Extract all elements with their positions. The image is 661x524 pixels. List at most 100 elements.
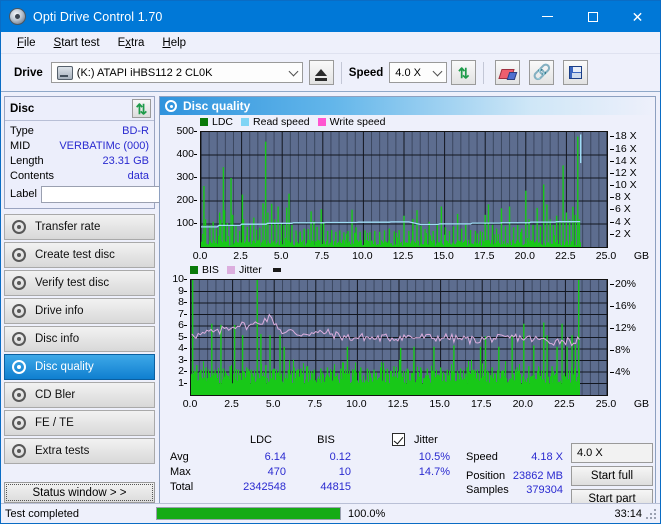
bis-ytick-right: 16% bbox=[615, 300, 637, 313]
ldc-ytick-left: 200 bbox=[176, 194, 194, 206]
start-full-button[interactable]: Start full bbox=[571, 466, 653, 486]
disc-panel-header: Disc ⇅ bbox=[5, 97, 154, 121]
ldc-xtick: 0.0 bbox=[192, 250, 208, 262]
bis-xtick: 17.5 bbox=[470, 398, 492, 410]
bis-y-axis-left: 10 9 8 7 6 5 4 3 2 1 bbox=[160, 274, 187, 396]
menu-item-help[interactable]: Help bbox=[153, 35, 195, 51]
speed-select[interactable]: 4.0 X bbox=[389, 62, 448, 83]
sidebar-item-verify-test-disc[interactable]: Verify test disc bbox=[4, 270, 155, 296]
tick-mark bbox=[610, 197, 614, 199]
bis-chart-legend: BIS Jitter bbox=[160, 263, 655, 276]
sidebar-item-create-test-disc[interactable]: Create test disc bbox=[4, 242, 155, 268]
disc-value-length: 23.31 GB bbox=[102, 154, 149, 167]
legend-label-write-speed: Write speed bbox=[329, 116, 386, 128]
bis-xtick: 0.0 bbox=[182, 398, 198, 410]
stats-header-bis: BIS bbox=[317, 434, 335, 446]
disc-icon bbox=[12, 304, 26, 318]
disc-icon bbox=[12, 220, 26, 234]
tick-mark bbox=[610, 233, 614, 235]
speed-label: Speed bbox=[348, 66, 384, 79]
bis-ytick-right: 12% bbox=[615, 322, 637, 335]
legend-swatch-jitter bbox=[226, 266, 235, 274]
sidebar-item-fe-te[interactable]: FE / TE bbox=[4, 410, 155, 436]
legend-label-bis: BIS bbox=[202, 264, 219, 276]
drive-icon bbox=[56, 65, 73, 80]
disc-icon bbox=[12, 248, 26, 262]
legend-label-jitter: Jitter bbox=[238, 264, 262, 276]
stats-label-speed: Speed bbox=[466, 451, 498, 463]
tick-mark bbox=[610, 306, 614, 308]
disc-quality-icon bbox=[165, 100, 177, 112]
disc-icon bbox=[12, 416, 26, 430]
menu-label-start-test: tart test bbox=[61, 36, 100, 49]
resize-grip[interactable] bbox=[646, 509, 658, 521]
menu-item-start-test[interactable]: Start test bbox=[45, 35, 109, 51]
status-window-button[interactable]: Status window > > bbox=[4, 482, 155, 503]
menu-bar: File Start test Extra Help bbox=[1, 32, 660, 54]
sidebar-label-verify-test-disc: Verify test disc bbox=[35, 277, 110, 289]
stats-value-speed: 4.18 X bbox=[531, 451, 563, 463]
disc-icon bbox=[12, 360, 26, 374]
tick-mark bbox=[184, 336, 187, 338]
progress-bar-fill bbox=[157, 508, 340, 519]
menu-item-file[interactable]: File bbox=[8, 35, 45, 51]
stats-header-ldc: LDC bbox=[249, 434, 272, 446]
sidebar-item-transfer-rate[interactable]: Transfer rate bbox=[4, 214, 155, 240]
refresh-icon: ⇅ bbox=[135, 100, 148, 117]
drive-label: Drive bbox=[14, 66, 43, 79]
sidebar-item-drive-info[interactable]: Drive info bbox=[4, 298, 155, 324]
status-bar: Test completed 100.0% 33:14 bbox=[1, 503, 660, 523]
stats-max-jitter: 14.7% bbox=[418, 466, 450, 478]
bis-plot-area: 10 9 8 7 6 5 4 3 2 1 20% 16% 12% 8% 4% 0.0 2.5 5.0 7.5 10… bbox=[160, 274, 655, 411]
bis-ytick-right: 8% bbox=[615, 344, 631, 357]
bis-xtick: 25.0 bbox=[595, 398, 617, 410]
tick-mark bbox=[184, 302, 187, 303]
minimize-button[interactable] bbox=[525, 1, 570, 32]
tick-mark bbox=[610, 172, 614, 174]
refresh-button[interactable]: ⇅ bbox=[451, 60, 477, 85]
disc-icon bbox=[12, 332, 26, 346]
link-button[interactable]: 🔗 bbox=[529, 60, 555, 85]
disc-row-length: Length 23.31 GB bbox=[10, 153, 149, 168]
save-button[interactable] bbox=[563, 60, 589, 85]
tick-mark bbox=[610, 209, 614, 211]
menu-item-extra[interactable]: Extra bbox=[109, 35, 154, 51]
sidebar-label-disc-quality: Disc quality bbox=[35, 361, 94, 373]
disc-row-contents: Contents data bbox=[10, 168, 149, 183]
main-body: Disc ⇅ Type BD-R MID VERBATIMc (000) Len… bbox=[1, 92, 660, 509]
ldc-ytick-left: 300 bbox=[176, 171, 194, 183]
eraser-icon bbox=[500, 68, 515, 78]
ldc-chart-legend: LDC Read speed Write speed bbox=[160, 115, 655, 128]
application-window: Opti Drive Control 1.70 ✕ File Start tes… bbox=[0, 0, 661, 524]
disc-icon bbox=[12, 388, 26, 402]
sidebar-label-cd-bler: CD Bler bbox=[35, 389, 76, 401]
disc-refresh-button[interactable]: ⇅ bbox=[132, 99, 151, 118]
sidebar-item-disc-quality[interactable]: Disc quality bbox=[4, 354, 155, 380]
maximize-button[interactable] bbox=[570, 1, 615, 32]
bis-y-axis-right: 20% 16% 12% 8% 4% bbox=[610, 279, 655, 396]
sidebar-item-disc-info[interactable]: Disc info bbox=[4, 326, 155, 352]
content-panel: Disc quality LDC Read speed Write speed … bbox=[159, 96, 656, 509]
close-button[interactable]: ✕ bbox=[615, 1, 660, 32]
toolbar: Drive (K:) ATAPI iHBS112 2 CL0K Speed 4.… bbox=[1, 54, 660, 92]
navigation-list: Transfer rate Create test disc Verify te… bbox=[4, 214, 155, 464]
bis-xtick: 20.0 bbox=[512, 398, 534, 410]
sidebar-item-cd-bler[interactable]: CD Bler bbox=[4, 382, 155, 408]
page-title: Disc quality bbox=[183, 99, 251, 113]
ldc-ytick-right: 4 X bbox=[615, 215, 631, 228]
erase-button[interactable] bbox=[495, 60, 521, 85]
ldc-ytick-left: 500 bbox=[176, 125, 194, 137]
ldc-plot-area: 500 400 300 200 100 18 X 16 X 14 X 12 X 10 X8 X6… bbox=[160, 126, 655, 263]
test-speed-select[interactable]: 4.0 X bbox=[571, 443, 653, 463]
sidebar-item-extra-tests[interactable]: Extra tests bbox=[4, 438, 155, 464]
ldc-xtick: 17.5 bbox=[473, 250, 495, 262]
ldc-xtick: 5.0 bbox=[273, 250, 289, 262]
ldc-y-axis-left: 500 400 300 200 100 bbox=[160, 126, 197, 248]
eject-button[interactable] bbox=[308, 60, 334, 85]
sidebar: Disc ⇅ Type BD-R MID VERBATIMc (000) Len… bbox=[1, 92, 244, 506]
legend-swatch-ldc bbox=[200, 118, 208, 126]
jitter-checkbox[interactable] bbox=[392, 433, 405, 446]
progress-bar bbox=[156, 507, 341, 520]
speed-select-value: 4.0 X bbox=[395, 66, 421, 79]
drive-select[interactable]: (K:) ATAPI iHBS112 2 CL0K bbox=[50, 62, 303, 83]
